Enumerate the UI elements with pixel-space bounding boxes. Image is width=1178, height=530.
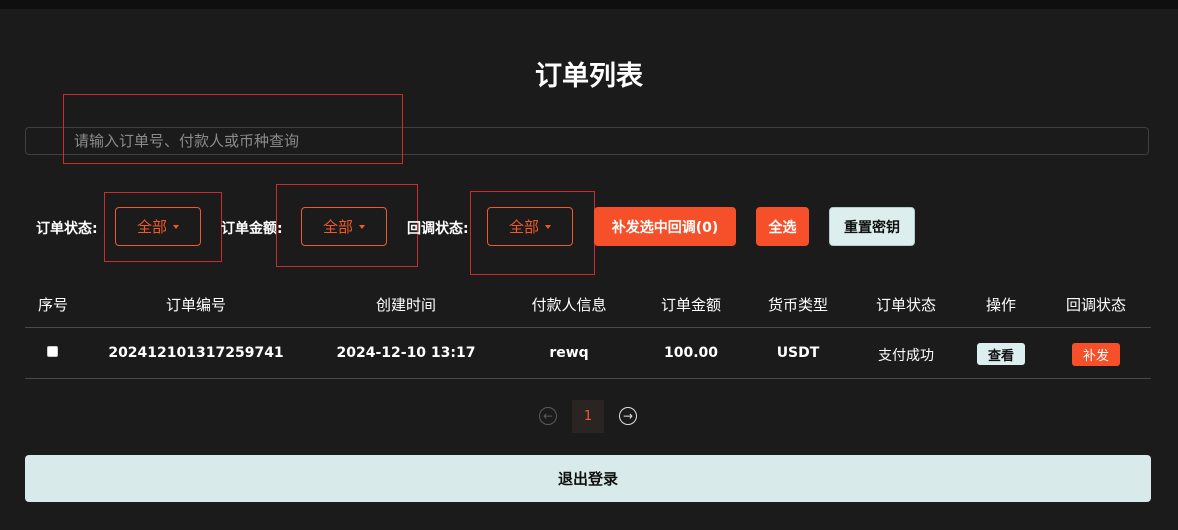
header-status: 订单状态 (875, 296, 936, 314)
reset-key-button[interactable]: 重置密钥 (829, 207, 915, 246)
callback-status-value: 全部 (508, 218, 539, 236)
header-amount: 订单金额 (660, 296, 721, 314)
header-payer: 付款人信息 (531, 296, 607, 314)
row-amount: 100.00 (663, 345, 719, 361)
page-number[interactable]: 1 (572, 400, 604, 433)
view-button[interactable]: 查看 (977, 343, 1025, 365)
header-index: 序号 (37, 296, 68, 314)
reissue-callback-button[interactable]: 补发 (1072, 343, 1120, 366)
page-title: 订单列表 (535, 61, 643, 92)
row-currency: USDT (776, 345, 820, 361)
search-input[interactable] (26, 128, 1148, 154)
header-currency: 货币类型 (767, 296, 828, 314)
order-status-label: 订单状态: (36, 221, 98, 237)
header-created-at: 创建时间 (375, 296, 436, 314)
caret-down-icon (359, 224, 365, 229)
caret-down-icon (173, 224, 179, 229)
select-all-button[interactable]: 全选 (756, 207, 809, 246)
caret-down-icon (545, 224, 551, 229)
reissue-selected-button[interactable]: 补发选中回调(0) (594, 207, 736, 246)
header-callback: 回调状态 (1065, 296, 1126, 314)
order-status-value: 全部 (136, 218, 167, 236)
table-header-divider (25, 327, 1151, 328)
callback-status-label: 回调状态: (407, 221, 469, 237)
order-status-dropdown[interactable]: 全部 (115, 207, 201, 246)
order-amount-label: 订单金额: (221, 221, 283, 237)
prev-page-icon[interactable]: ← (539, 407, 557, 425)
order-amount-dropdown[interactable]: 全部 (301, 207, 387, 246)
row-checkbox[interactable] (47, 346, 58, 357)
header-order-no: 订单编号 (165, 296, 226, 314)
callback-status-dropdown[interactable]: 全部 (487, 207, 573, 246)
order-amount-value: 全部 (322, 218, 353, 236)
table-row-divider (25, 378, 1151, 379)
header-action: 操作 (985, 296, 1016, 314)
row-created-at: 2024-12-10 13:17 (336, 345, 476, 361)
row-order-no: 202412101317259741 (108, 345, 284, 361)
row-status: 支付成功 (878, 348, 934, 364)
search-box[interactable] (25, 127, 1149, 155)
logout-button[interactable]: 退出登录 (25, 455, 1151, 502)
top-bar (0, 0, 1178, 9)
next-page-icon[interactable]: → (619, 407, 637, 425)
row-payer: rewq (549, 345, 589, 361)
